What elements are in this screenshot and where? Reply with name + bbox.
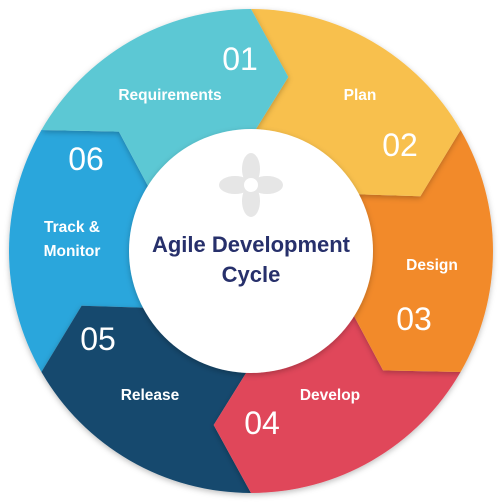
- agile-cycle-diagram: Agile Development Cycle 01 Requirements 02…: [0, 0, 503, 503]
- stage-number-06: 06: [68, 141, 104, 177]
- stage-label-06-line1: Track &: [44, 219, 100, 236]
- stage-label-05: Release: [121, 387, 180, 404]
- stage-label-06-line2: Monitor: [44, 243, 101, 260]
- stage-number-02: 02: [382, 127, 418, 163]
- stage-number-04: 04: [244, 405, 280, 441]
- stage-number-01: 01: [222, 41, 258, 77]
- center-hub: Agile Development Cycle: [129, 129, 373, 373]
- center-title-line1: Agile Development: [152, 232, 351, 257]
- stage-label-03: Design: [406, 257, 458, 274]
- stage-label-02: Plan: [344, 87, 377, 104]
- stage-label-01: Requirements: [118, 87, 221, 104]
- stage-label-04: Develop: [300, 387, 360, 404]
- center-title-line2: Cycle: [222, 262, 281, 287]
- cycle-svg: Agile Development Cycle 01Requirements 02…: [8, 9, 493, 493]
- stage-number-03: 03: [396, 301, 432, 337]
- stage-number-05: 05: [80, 321, 116, 357]
